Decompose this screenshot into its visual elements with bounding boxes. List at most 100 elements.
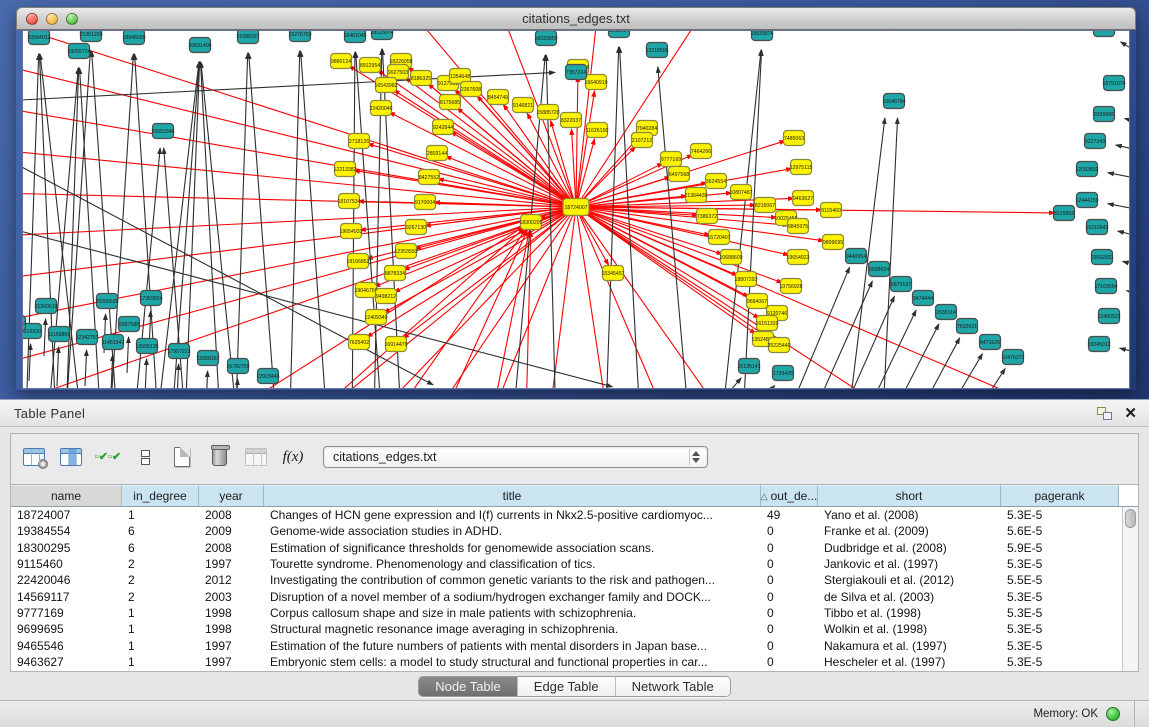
citation-edge-red[interactable] — [23, 181, 576, 207]
paper-node-yellow[interactable]: 9146821 — [513, 98, 534, 113]
paper-node-teal[interactable]: 15751074 — [1102, 76, 1125, 91]
citation-edge-black[interactable] — [286, 51, 300, 389]
table-cell[interactable]: Investigating the contribution of common… — [264, 573, 761, 587]
table-cell[interactable]: 0 — [761, 573, 818, 587]
paper-node-yellow[interactable]: 8175685 — [440, 95, 461, 110]
table-row[interactable]: 1872400712008Changes of HCN gene express… — [11, 507, 1122, 523]
table-row[interactable]: 1830029562008Estimation of significance … — [11, 540, 1122, 556]
paper-node-yellow[interactable]: 9463627 — [793, 191, 814, 206]
tab-edge-table[interactable]: Edge Table — [518, 677, 616, 696]
paper-node-yellow[interactable]: 8878334 — [385, 266, 406, 281]
citation-edge-black[interactable] — [873, 118, 898, 389]
select-all-icon[interactable]: ▫✔▫✔ — [95, 444, 121, 470]
paper-node-teal[interactable]: 16782759 — [226, 359, 249, 374]
table-cell[interactable]: 0 — [761, 622, 818, 636]
network-canvas[interactable]: 1830029598601248912954182260589927503165… — [22, 30, 1130, 389]
table-cell[interactable]: Estimation of the future numbers of pati… — [264, 639, 761, 653]
citation-edge-red[interactable] — [576, 207, 761, 389]
paper-node-teal[interactable]: 21351269 — [79, 31, 102, 42]
paper-node-yellow[interactable]: 9845975 — [788, 219, 809, 234]
scrollbar-thumb[interactable] — [1125, 509, 1136, 528]
column-header-short[interactable]: short — [818, 485, 1001, 506]
paper-node-yellow[interactable]: 7625402 — [349, 335, 370, 350]
table-cell[interactable]: de Silva et al. (2003) — [818, 590, 1001, 604]
paper-node-teal[interactable]: 12923446 — [256, 369, 279, 384]
table-cell[interactable]: 49 — [761, 508, 818, 522]
citation-edge-black[interactable] — [57, 347, 59, 386]
paper-node-yellow[interactable]: 2718126 — [349, 134, 370, 149]
table-cell[interactable]: 9465546 — [11, 639, 122, 653]
table-cell[interactable]: Disruption of a novel member of a sodium… — [264, 590, 761, 604]
citation-edge-red[interactable] — [576, 76, 578, 207]
paper-node-yellow[interactable]: 7464266 — [691, 144, 712, 159]
citation-edge-black[interactable] — [206, 371, 208, 389]
paper-node-yellow[interactable]: 21364436 — [684, 188, 707, 203]
paper-node-yellow[interactable]: 9498212 — [376, 289, 397, 304]
paper-node-teal[interactable]: 8813054 — [609, 31, 630, 38]
float-panel-icon[interactable] — [1097, 407, 1112, 420]
paper-node-yellow[interactable]: 25225440 — [767, 338, 790, 353]
table-cell[interactable]: 2008 — [199, 508, 264, 522]
paper-node-yellow[interactable]: 19166852 — [346, 254, 369, 269]
paper-node-yellow[interactable]: 22420046 — [369, 101, 392, 116]
table-select-dropdown[interactable]: citations_edges.txt — [323, 446, 708, 468]
table-cell[interactable]: 1997 — [199, 557, 264, 571]
table-cell[interactable]: 9699695 — [11, 622, 122, 636]
paper-node-yellow[interactable]: 8427552 — [419, 170, 440, 185]
paper-node-yellow[interactable]: 18807293 — [734, 272, 757, 287]
table-cell[interactable]: 2 — [122, 557, 199, 571]
paper-node-yellow[interactable]: 16151320 — [755, 316, 778, 331]
table-cell[interactable]: 1 — [122, 606, 199, 620]
citation-edge-black[interactable] — [85, 350, 87, 386]
paper-node-teal[interactable]: 15276759 — [288, 31, 311, 42]
paper-node-yellow[interactable]: 12409349 — [364, 310, 387, 325]
paper-node-yellow[interactable]: 9267130 — [406, 220, 427, 235]
paper-node-yellow[interactable]: 12353593 — [394, 244, 417, 259]
paper-node-teal[interactable]: 16648784 — [882, 94, 905, 109]
table-cell[interactable]: 1997 — [199, 655, 264, 669]
table-cell[interactable]: Estimation of significance thresholds fo… — [264, 541, 761, 555]
citation-edge-black[interactable] — [1120, 348, 1130, 356]
paper-node-teal[interactable]: 20053346 — [151, 124, 174, 139]
paper-node-yellow[interactable]: 18724007 — [563, 199, 589, 216]
paper-node-yellow[interactable]: 9860124 — [331, 54, 352, 69]
paper-node-yellow[interactable]: 9777169 — [661, 152, 682, 167]
paper-node-teal[interactable]: 12342757 — [75, 330, 98, 345]
paper-node-yellow[interactable]: 7386372 — [697, 209, 718, 224]
citation-edge-black[interactable] — [658, 67, 701, 389]
memory-status-icon[interactable] — [1106, 707, 1120, 721]
paper-node-teal[interactable]: 15135141 — [737, 359, 760, 374]
table-cell[interactable]: Dudbridge et al. (2008) — [818, 541, 1001, 555]
paper-node-yellow[interactable]: 9170004 — [415, 195, 436, 210]
paper-node-yellow[interactable]: 10688609 — [719, 250, 742, 265]
paper-node-teal[interactable]: 17957223 — [167, 344, 190, 359]
tab-node-table[interactable]: Node Table — [419, 677, 518, 696]
paper-node-yellow[interactable]: 9684067 — [747, 294, 768, 309]
table-mode-icon[interactable] — [21, 444, 47, 470]
table-cell[interactable]: 2012 — [199, 573, 264, 587]
table-cell[interactable]: 0 — [761, 606, 818, 620]
paper-node-teal[interactable]: 18123074 — [370, 31, 393, 40]
paper-node-teal[interactable]: 9329966 — [1094, 107, 1115, 122]
column-header-pagerank[interactable]: pagerank — [1001, 485, 1119, 506]
table-cell[interactable]: 5.3E-5 — [1001, 590, 1119, 604]
table-cell[interactable]: 2003 — [199, 590, 264, 604]
table-cell[interactable]: Genome-wide association studies in ADHD. — [264, 524, 761, 538]
table-cell[interactable]: 2008 — [199, 541, 264, 555]
table-cell[interactable]: 0 — [761, 557, 818, 571]
table-cell[interactable]: 5.3E-5 — [1001, 639, 1119, 653]
paper-node-yellow[interactable]: 8216067 — [755, 198, 776, 213]
dropdown-spinner-icon[interactable] — [689, 449, 702, 465]
paper-node-teal[interactable]: 15692931 — [1090, 250, 1113, 265]
table-cell[interactable]: 6 — [122, 541, 199, 555]
tab-network-table[interactable]: Network Table — [616, 677, 730, 696]
table-cell[interactable]: 9115460 — [11, 557, 122, 571]
table-cell[interactable]: Corpus callosum shape and size in male p… — [264, 606, 761, 620]
table-cell[interactable]: Hescheler et al. (1997) — [818, 655, 1001, 669]
table-cell[interactable]: 5.3E-5 — [1001, 606, 1119, 620]
paper-node-yellow[interactable]: 3624554 — [706, 174, 727, 189]
paper-node-yellow[interactable]: 18300295 — [519, 215, 542, 230]
table-cell[interactable]: Tibbo et al. (1998) — [818, 606, 1001, 620]
table-row[interactable]: 946554611997Estimation of the future num… — [11, 637, 1122, 653]
paper-node-teal[interactable]: 8938924 — [869, 262, 890, 277]
